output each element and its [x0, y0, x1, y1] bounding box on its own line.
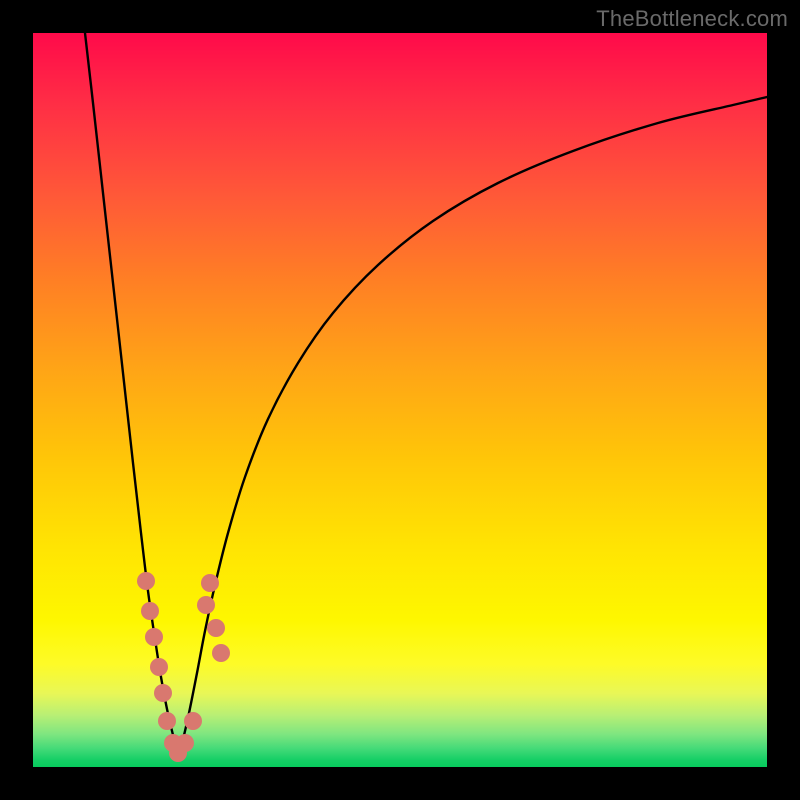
- curve-dot: [197, 596, 215, 614]
- curve-dot: [176, 734, 194, 752]
- curve-dot: [158, 712, 176, 730]
- curve-dot: [207, 619, 225, 637]
- curve-dot: [145, 628, 163, 646]
- curve-dot: [141, 602, 159, 620]
- bottleneck-curve: [85, 33, 767, 753]
- curve-dot: [212, 644, 230, 662]
- chart-frame: TheBottleneck.com: [0, 0, 800, 800]
- curve-dot: [201, 574, 219, 592]
- chart-svg: [33, 33, 767, 767]
- curve-dot: [184, 712, 202, 730]
- plot-area: [33, 33, 767, 767]
- curve-dot: [137, 572, 155, 590]
- curve-dot: [150, 658, 168, 676]
- watermark-text: TheBottleneck.com: [596, 6, 788, 32]
- curve-dot: [154, 684, 172, 702]
